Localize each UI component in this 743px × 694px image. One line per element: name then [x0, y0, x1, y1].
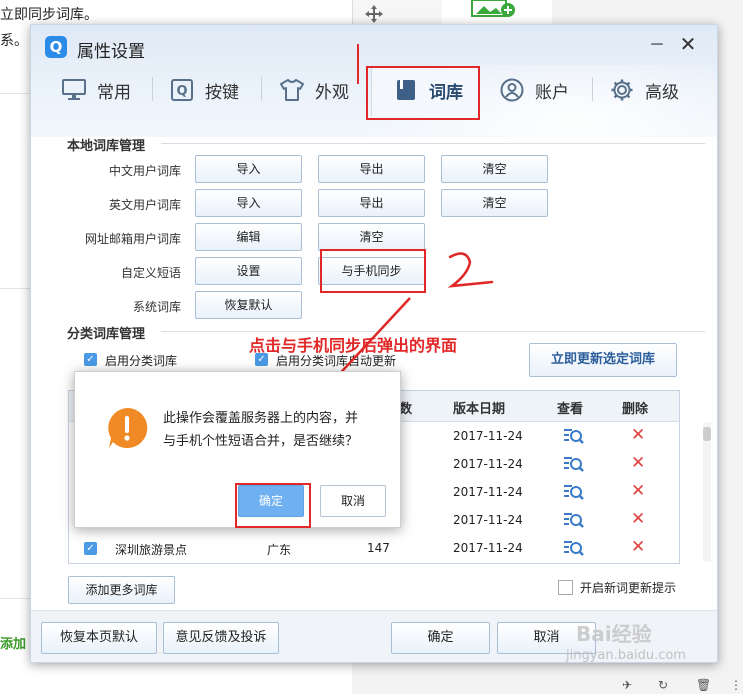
annotation-box-ok	[235, 483, 311, 528]
dialog-line-2: 与手机个性短语合并，是否继续？	[163, 434, 359, 449]
watermark-url: jingyan.baidu.com	[566, 648, 686, 663]
dialog-message: 此操作会覆盖服务器上的内容，并 与手机个性短语合并，是否继续？	[163, 407, 388, 453]
warning-icon	[105, 406, 149, 450]
dialog-line-1: 此操作会覆盖服务器上的内容，并	[163, 411, 359, 426]
watermark-brand: Bai经验	[576, 622, 652, 646]
annotation-number-2	[447, 252, 494, 288]
dialog-cancel-button[interactable]: 取消	[320, 485, 386, 517]
annotation-text: 点击与手机同步后弹出的界面	[249, 336, 458, 355]
